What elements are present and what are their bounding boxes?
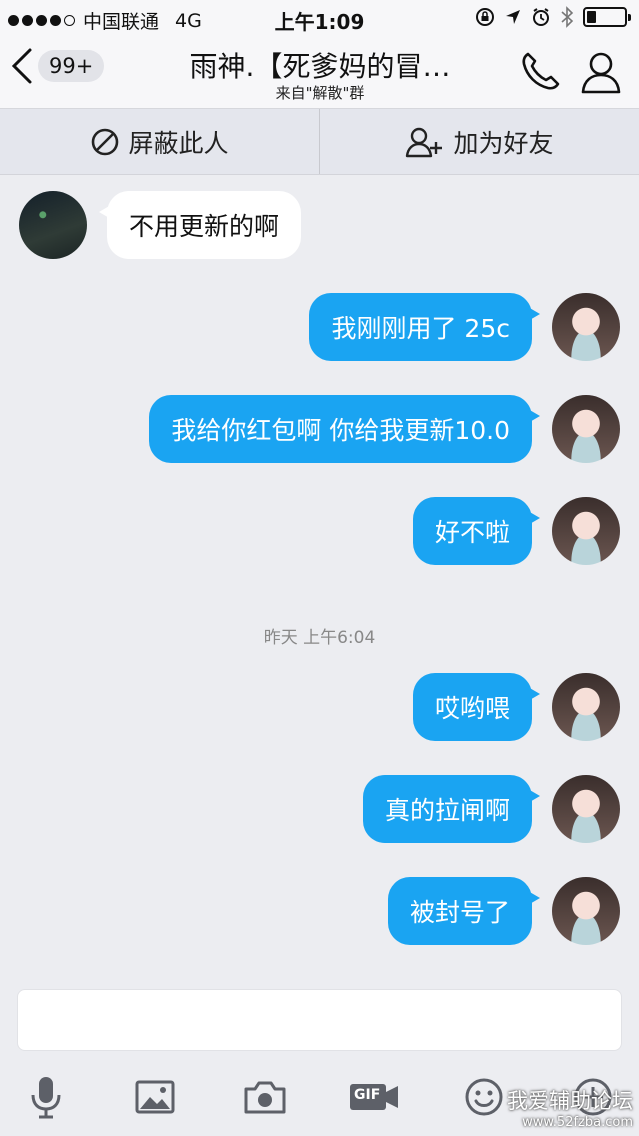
message-row: 真的拉闸啊	[362, 775, 620, 843]
alarm-icon	[533, 8, 549, 26]
sender-avatar[interactable]	[19, 191, 87, 259]
my-avatar[interactable]	[552, 293, 620, 361]
watermark: 我爱辅助论坛 www.52fzba.com	[507, 1085, 633, 1130]
phone-icon	[522, 52, 560, 90]
add-friend-button[interactable]: 加为好友	[320, 109, 639, 174]
rotation-lock-icon	[476, 8, 494, 26]
time-divider: 昨天 上午6:04	[263, 628, 376, 648]
profile-button[interactable]	[580, 50, 622, 98]
call-button[interactable]	[518, 50, 562, 98]
my-avatar[interactable]	[552, 395, 620, 463]
voice-button[interactable]	[21, 1072, 71, 1122]
message-bubble-sent[interactable]: 好不啦	[412, 497, 541, 565]
message-row: 被封号了	[387, 877, 620, 945]
block-user-label: 屏蔽此人	[128, 128, 229, 158]
add-friend-icon	[406, 127, 443, 157]
chat-title: 雨神.【死爹妈的冒…	[189, 50, 451, 83]
photo-button[interactable]	[130, 1072, 180, 1122]
microphone-icon	[31, 1077, 61, 1119]
block-user-button[interactable]: 屏蔽此人	[0, 109, 319, 174]
my-avatar[interactable]	[552, 775, 620, 843]
block-icon	[92, 128, 119, 155]
my-avatar[interactable]	[552, 497, 620, 565]
message-bubble-sent[interactable]: 我给你红包啊 你给我更新10.0	[149, 395, 540, 463]
message-bubble-sent[interactable]: 哎哟喂	[412, 673, 541, 741]
camera-button[interactable]	[240, 1072, 290, 1122]
unread-count-badge: 99+	[38, 50, 105, 82]
status-bar: 中国联通 4G 上午1:09	[0, 0, 639, 36]
my-avatar[interactable]	[552, 673, 620, 741]
message-row: 好不啦	[412, 497, 620, 565]
status-icons	[475, 6, 631, 28]
image-icon	[135, 1080, 175, 1114]
battery-level	[587, 11, 596, 23]
gif-button[interactable]: GIF	[348, 1072, 400, 1122]
message-row: 我刚刚用了 25c	[309, 293, 620, 361]
message-bubble-sent[interactable]: 我刚刚用了 25c	[309, 293, 540, 361]
message-row: 哎哟喂	[412, 673, 620, 741]
gif-label: GIF	[354, 1087, 381, 1103]
message-row: 我给你红包啊 你给我更新10.0	[149, 395, 620, 463]
watermark-title: 我爱辅助论坛	[507, 1089, 633, 1113]
bluetooth-icon	[561, 6, 574, 28]
add-friend-label: 加为好友	[453, 128, 554, 158]
emoji-button[interactable]	[459, 1072, 509, 1122]
my-avatar[interactable]	[552, 877, 620, 945]
message-bubble-sent[interactable]: 被封号了	[387, 877, 541, 945]
person-icon	[581, 52, 621, 94]
message-row: 不用更新的啊	[19, 191, 302, 259]
nav-bar: 99+ 雨神.【死爹妈的冒… 来自"解散"群	[0, 36, 639, 109]
chevron-left-icon	[11, 48, 32, 84]
message-bubble-received[interactable]: 不用更新的啊	[98, 191, 302, 259]
camera-icon	[244, 1081, 286, 1114]
message-bubble-sent[interactable]: 真的拉闸啊	[362, 775, 541, 843]
back-button[interactable]: 99+	[8, 46, 105, 86]
message-input[interactable]	[17, 989, 622, 1051]
chat-subtitle: 来自"解散"群	[275, 84, 365, 102]
input-toolbar: GIF 我爱辅助论坛 www.52fzba.com	[0, 1062, 639, 1136]
smiley-icon	[465, 1078, 503, 1116]
battery-icon	[583, 7, 631, 27]
watermark-url: www.52fzba.com	[522, 1115, 633, 1130]
location-icon	[506, 10, 520, 24]
stranger-action-bar: 屏蔽此人 加为好友	[0, 109, 639, 175]
